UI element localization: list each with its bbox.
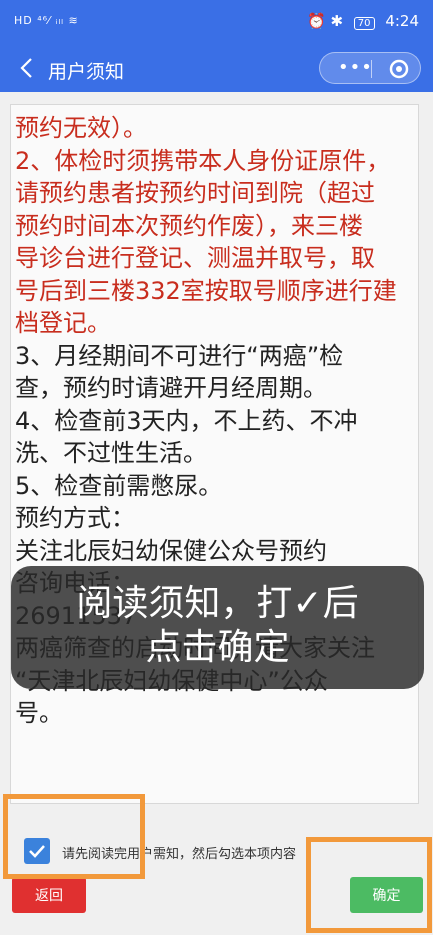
alarm-bluetooth-icons: ⏰ ✱ <box>307 12 344 30</box>
signal-icons: HD ⁴⁶⁄ ᵢₗₗ ≋ <box>14 14 79 27</box>
instruction-toast: 阅读须知，打✓后 点击确定 <box>11 566 424 689</box>
notice-line: 预约时间本次预约作废），来三楼 <box>15 211 363 240</box>
notice-line: 档登记。 <box>15 309 111 337</box>
highlight-checkbox-box <box>3 794 145 879</box>
notice-line: 导诊台进行登记、测温并取号，取 <box>15 244 375 272</box>
notice-line: 预约无效）。 <box>15 114 147 142</box>
notice-line: 查，预约时请避开月经周期。 <box>15 374 327 402</box>
status-bar: HD ⁴⁶⁄ ᵢₗₗ ≋ ⏰ ✱ 70 4:24 <box>0 0 433 46</box>
capsule-divider <box>371 60 372 78</box>
more-menu-icon[interactable]: ••• <box>338 58 373 78</box>
back-button[interactable]: 返回 <box>12 877 86 913</box>
notice-line: 关注北辰妇幼保健公众号预约 <box>15 536 327 565</box>
close-target-icon[interactable] <box>388 58 410 80</box>
clock-time: 4:24 <box>385 12 419 30</box>
notice-line: 2、体检时须携带本人身份证原件， <box>15 146 391 175</box>
notice-content[interactable]: 预约无效）。 2、体检时须携带本人身份证原件， 请预约患者按预约时间到院（超过 预约时… <box>10 104 419 804</box>
highlight-confirm-box <box>306 837 432 933</box>
toast-line-1: 阅读须知，打✓后 <box>76 583 359 624</box>
page-title: 用户须知 <box>48 61 125 83</box>
miniprogram-capsule: ••• <box>319 52 421 84</box>
nav-bar: 用户须知 ••• <box>0 46 433 92</box>
notice-line: 5、检查前需憋尿。 <box>15 471 223 500</box>
notice-line: 洗、不过性生活。 <box>15 439 207 467</box>
status-right: ⏰ ✱ 70 4:24 <box>307 12 419 30</box>
notice-line: 请预约患者按预约时间到院（超过 <box>15 179 375 207</box>
battery-icon: 70 <box>353 17 375 30</box>
notice-line: 3、月经期间不可进行“两癌”检 <box>15 341 344 370</box>
notice-line: 号。 <box>15 699 63 727</box>
notice-line: 号后到三楼332室按取号顺序进行建 <box>15 276 397 305</box>
notice-line: 4、检查前3天内，不上药、不冲 <box>15 406 358 435</box>
notice-line: 预约方式： <box>15 504 135 532</box>
toast-line-2: 点击确定 <box>145 627 290 668</box>
back-arrow-icon[interactable] <box>16 56 40 80</box>
